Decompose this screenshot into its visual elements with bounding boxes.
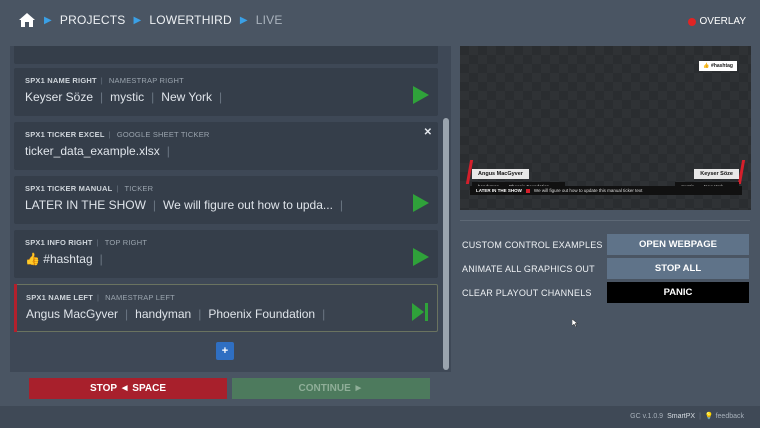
footer: GC v.1.0.9 SmartPX | 💡 feedback [0,406,760,428]
item-title: SPX1 TICKER EXCEL [25,130,105,139]
play-icon[interactable] [413,194,429,212]
stop-all-button[interactable]: STOP ALL [607,258,749,279]
panic-button[interactable]: PANIC [607,282,749,303]
preview-hashtag: 👍 #hashtag [699,61,737,71]
item-field: 👍 #hashtag [25,252,93,266]
breadcrumb-projects[interactable]: PROJECTS [60,13,126,27]
chevron-right-icon: ▶ [239,14,248,26]
item-field: ticker_data_example.xlsx [25,144,160,158]
overlay-label: OVERLAY [699,16,747,27]
play-icon[interactable] [413,248,429,266]
play-icon[interactable] [413,86,429,104]
add-item-button[interactable]: + [216,342,234,360]
rundown-item-active[interactable]: SPX1 NAME LEFT | NAMESTRAP LEFT Angus MacG… [14,284,438,332]
overlay-toggle[interactable]: OVERLAY [687,16,747,27]
rundown-item[interactable]: SPX1 TICKER MANUAL | TICKER LATER IN THE S… [14,176,438,224]
item-template: TOP RIGHT [104,238,148,247]
breadcrumb-lowerthird[interactable]: LOWERTHIRD [149,13,231,27]
item-title: SPX1 NAME LEFT [26,293,93,302]
rundown-item[interactable]: SPX1 INFO RIGHT | TOP RIGHT 👍 #hashtag | [14,230,438,278]
item-title: SPX1 TICKER MANUAL [25,184,113,193]
item-field: mystic [110,90,145,104]
preview-ticker: LATER IN THE SHOW We will figure out how … [470,186,742,195]
item-template: GOOGLE SHEET TICKER [116,130,210,139]
rundown-scrollbar[interactable] [443,118,449,370]
item-field: Angus MacGyver [26,307,119,321]
breadcrumb-live: LIVE [255,13,283,27]
rundown-item-partial[interactable] [14,46,438,64]
mouse-cursor-icon [571,314,579,328]
breadcrumb: ▶ PROJECTS ▶ LOWERTHIRD ▶ LIVE [18,12,283,28]
on-air-indicator [14,284,17,332]
rundown-panel: SPX1 NAME RIGHT | NAMESTRAP RIGHT Keyser S… [10,46,451,372]
divider [460,220,750,221]
continue-button[interactable]: CONTINUE ► [232,378,430,399]
open-webpage-button[interactable]: OPEN WEBPAGE [607,234,749,255]
stop-button[interactable]: STOP ◄ SPACE [29,378,227,399]
item-field: handyman [135,307,192,321]
control-label: ANIMATE ALL GRAPHICS OUT [462,264,595,274]
item-title: SPX1 NAME RIGHT [25,76,97,85]
item-template: TICKER [124,184,154,193]
item-template: NAMESTRAP LEFT [105,293,175,302]
item-field: New York [161,90,212,104]
item-field: LATER IN THE SHOW [25,198,146,212]
chevron-right-icon: ▶ [44,14,52,26]
next-icon[interactable] [412,303,428,321]
item-field: We will figure out how to upda... [163,198,333,212]
feedback-link[interactable]: 💡 feedback [705,412,744,420]
rundown-item[interactable]: SPX1 TICKER EXCEL | GOOGLE SHEET TICKER ti… [14,122,438,170]
control-label: CLEAR PLAYOUT CHANNELS [462,288,592,298]
version-label: GC v.1.0.9 [630,412,664,420]
home-icon[interactable] [18,12,36,28]
control-label: CUSTOM CONTROL EXAMPLES [462,240,603,250]
top-bar: ▶ PROJECTS ▶ LOWERTHIRD ▶ LIVE OVERLAY [0,0,760,44]
preview-monitor: 👍 #hashtag Angus MacGyver handymanPhoeni… [460,46,751,210]
item-template: NAMESTRAP RIGHT [108,76,184,85]
item-field: Keyser Söze [25,90,94,104]
rundown-item[interactable]: SPX1 NAME RIGHT | NAMESTRAP RIGHT Keyser S… [14,68,438,116]
brand-link[interactable]: SmartPX [667,413,695,420]
item-field: Phoenix Foundation [208,307,316,321]
chevron-right-icon: ▶ [133,14,142,26]
record-dot-icon [687,17,696,26]
close-icon[interactable]: ✕ [424,127,432,138]
item-title: SPX1 INFO RIGHT [25,238,93,247]
